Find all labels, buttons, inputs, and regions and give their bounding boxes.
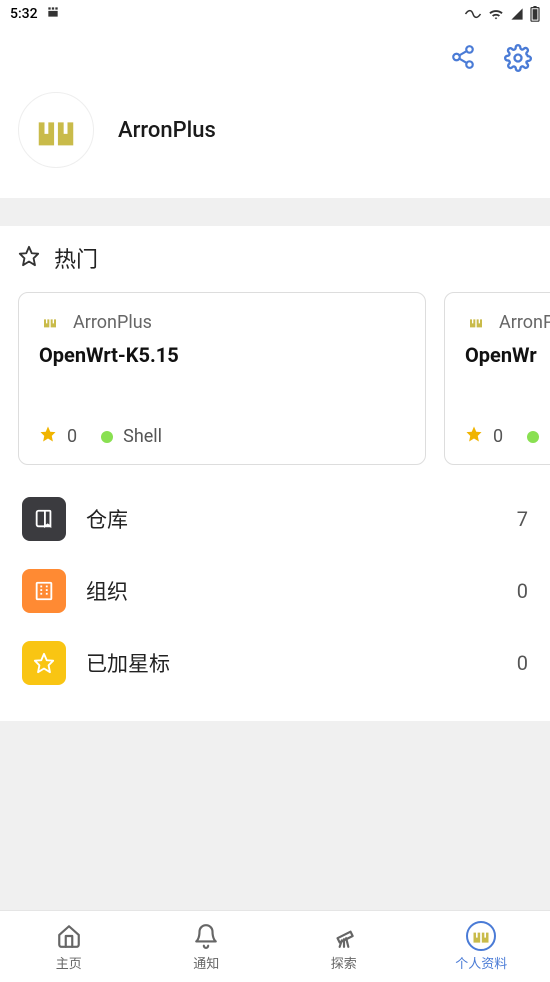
menu-label: 已加星标 <box>86 648 497 678</box>
popular-cards[interactable]: ArronPlus OpenWrt-K5.15 0 Shell ArronPlu… <box>0 292 550 465</box>
repo-card[interactable]: ArronPlus OpenWrt-K5.15 0 Shell <box>18 292 426 465</box>
repo-owner-avatar-icon <box>39 311 61 333</box>
repo-name: OpenWr <box>465 343 550 367</box>
vpn-icon <box>464 8 482 20</box>
nav-profile[interactable]: 个人资料 <box>413 911 550 982</box>
lang-dot-icon <box>101 431 113 443</box>
gear-icon[interactable] <box>504 44 532 72</box>
nav-explore[interactable]: 探索 <box>275 911 413 982</box>
menu-item-repos[interactable]: 仓库 7 <box>0 483 550 555</box>
star-icon <box>465 425 483 448</box>
profile-menu: 仓库 7 组织 0 已加星标 0 <box>0 483 550 699</box>
bell-icon <box>191 921 221 951</box>
telescope-icon <box>329 921 359 951</box>
menu-item-orgs[interactable]: 组织 0 <box>0 555 550 627</box>
menu-count: 7 <box>517 507 528 531</box>
avatar[interactable] <box>18 92 94 168</box>
nav-home[interactable]: 主页 <box>0 911 138 982</box>
repo-card[interactable]: ArronPlus OpenWr 0 <box>444 292 550 465</box>
menu-count: 0 <box>517 651 528 675</box>
wifi-icon <box>488 7 504 21</box>
profile-header: ArronPlus <box>0 28 550 198</box>
battery-icon <box>530 6 540 22</box>
bottom-nav: 主页 通知 探索 个人资料 <box>0 910 550 982</box>
nav-label: 探索 <box>331 953 357 972</box>
repo-owner-name: ArronPlus <box>73 312 152 333</box>
repo-star-count: 0 <box>67 426 77 447</box>
nav-label: 个人资料 <box>455 953 507 972</box>
star-outline-icon <box>18 245 40 271</box>
signal-icon <box>510 7 524 21</box>
repo-owner-avatar-icon <box>465 311 487 333</box>
profile-avatar-icon <box>466 921 496 951</box>
menu-label: 组织 <box>86 576 497 606</box>
nav-notify[interactable]: 通知 <box>138 911 276 982</box>
repo-icon <box>22 497 66 541</box>
status-app-icon <box>46 5 60 23</box>
share-icon[interactable] <box>450 44 476 72</box>
home-icon <box>54 921 84 951</box>
menu-item-starred[interactable]: 已加星标 0 <box>0 627 550 699</box>
nav-label: 主页 <box>56 953 82 972</box>
star-icon <box>39 425 57 448</box>
repo-owner-name: ArronPlus <box>499 312 550 333</box>
profile-username: ArronPlus <box>118 118 216 143</box>
repo-name: OpenWrt-K5.15 <box>39 343 405 367</box>
nav-label: 通知 <box>193 953 219 972</box>
menu-count: 0 <box>517 579 528 603</box>
org-icon <box>22 569 66 613</box>
status-bar: 5:32 <box>0 0 550 28</box>
repo-language: Shell <box>123 426 162 447</box>
repo-star-count: 0 <box>493 426 503 447</box>
status-time: 5:32 <box>10 6 38 22</box>
star-icon <box>22 641 66 685</box>
lang-dot-icon <box>527 431 539 443</box>
popular-title: 热门 <box>54 242 98 274</box>
popular-section: 热门 ArronPlus OpenWrt-K5.15 0 Shell <box>0 226 550 721</box>
menu-label: 仓库 <box>86 504 497 534</box>
